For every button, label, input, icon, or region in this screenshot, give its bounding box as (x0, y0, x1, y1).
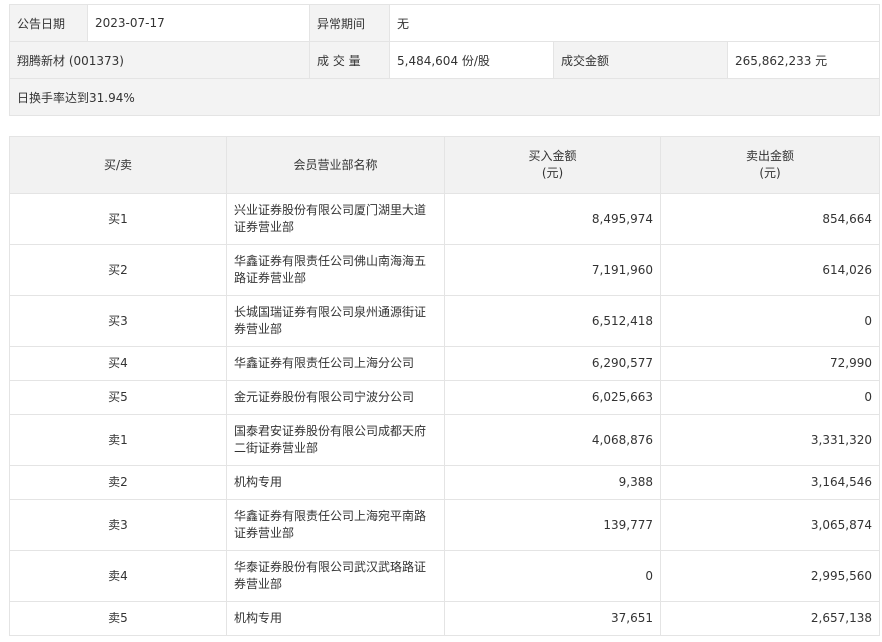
row-dept: 金元证券股份有限公司宁波分公司 (226, 380, 445, 415)
row-dept: 华鑫证券有限责任公司上海分公司 (226, 346, 445, 381)
row-buy: 6,512,418 (444, 295, 661, 347)
table-row: 卖3 华鑫证券有限责任公司上海宛平南路证券营业部 139,777 3,065,8… (9, 499, 880, 551)
row-buy: 0 (444, 550, 661, 602)
row-sell: 614,026 (660, 244, 880, 296)
amount-value: 265,862,233 元 (726, 41, 881, 79)
abnormal-period-label: 异常期间 (309, 4, 390, 42)
row-side: 买1 (9, 193, 227, 245)
row-side: 买2 (9, 244, 227, 296)
row-sell: 0 (660, 380, 880, 415)
row-sell: 2,995,560 (660, 550, 880, 602)
row-dept: 兴业证券股份有限公司厦门湖里大道证券营业部 (226, 193, 445, 245)
summary-row-date: 公告日期 2023-07-17 异常期间 无 (9, 4, 881, 42)
header-sell-amount-unit: (元) (759, 166, 781, 180)
row-side: 买5 (9, 380, 227, 415)
listing-reason: 日换手率达到31.94% (8, 78, 881, 116)
volume-label: 成 交 量 (309, 41, 390, 79)
row-dept: 华鑫证券有限责任公司佛山南海海五路证券营业部 (226, 244, 445, 296)
row-sell: 3,164,546 (660, 465, 880, 500)
header-side: 买/卖 (9, 136, 227, 194)
row-dept: 国泰君安证券股份有限公司成都天府二街证券营业部 (226, 414, 445, 466)
table-row: 买4 华鑫证券有限责任公司上海分公司 6,290,577 72,990 (9, 346, 880, 381)
row-sell: 72,990 (660, 346, 880, 381)
header-sell-amount: 卖出金额 (元) (660, 136, 880, 194)
table-row: 卖4 华泰证券股份有限公司武汉武珞路证券营业部 0 2,995,560 (9, 550, 880, 602)
summary-row-stock: 翔腾新材 (001373) 成 交 量 5,484,604 份/股 成交金额 2… (9, 41, 881, 79)
date-label: 公告日期 (9, 4, 88, 42)
trade-detail-table: 买/卖 会员营业部名称 买入金额 (元) 卖出金额 (元) 买1 兴业证券股份有… (9, 136, 880, 636)
row-side: 卖1 (9, 414, 227, 466)
row-dept: 机构专用 (226, 465, 445, 500)
header-buy-amount: 买入金额 (元) (444, 136, 661, 194)
table-row: 卖5 机构专用 37,651 2,657,138 (9, 601, 880, 636)
row-side: 卖5 (9, 601, 227, 636)
header-buy-amount-title: 买入金额 (528, 149, 577, 163)
row-dept: 华鑫证券有限责任公司上海宛平南路证券营业部 (226, 499, 445, 551)
row-sell: 3,331,320 (660, 414, 880, 466)
table-row: 卖1 国泰君安证券股份有限公司成都天府二街证券营业部 4,068,876 3,3… (9, 414, 880, 466)
row-side: 买4 (9, 346, 227, 381)
header-buy-amount-unit: (元) (541, 166, 564, 180)
row-buy: 8,495,974 (444, 193, 661, 245)
summary-row-reason: 日换手率达到31.94% (8, 78, 881, 116)
amount-label: 成交金额 (553, 41, 728, 79)
stock-name: 翔腾新材 (001373) (9, 41, 310, 79)
row-side: 卖3 (9, 499, 227, 551)
row-buy: 7,191,960 (444, 244, 661, 296)
row-dept: 长城国瑞证券有限公司泉州通源街证券营业部 (226, 295, 445, 347)
table-row: 买1 兴业证券股份有限公司厦门湖里大道证券营业部 8,495,974 854,6… (9, 193, 880, 245)
row-buy: 6,290,577 (444, 346, 661, 381)
row-buy: 4,068,876 (444, 414, 661, 466)
row-dept: 华泰证券股份有限公司武汉武珞路证券营业部 (226, 550, 445, 602)
table-row: 买2 华鑫证券有限责任公司佛山南海海五路证券营业部 7,191,960 614,… (9, 244, 880, 296)
row-side: 卖2 (9, 465, 227, 500)
table-row: 卖2 机构专用 9,388 3,164,546 (9, 465, 880, 500)
header-sell-amount-title: 卖出金额 (745, 149, 794, 163)
table-header-row: 买/卖 会员营业部名称 买入金额 (元) 卖出金额 (元) (9, 136, 880, 194)
row-sell: 0 (660, 295, 880, 347)
row-dept: 机构专用 (226, 601, 445, 636)
summary-table: 公告日期 2023-07-17 异常期间 无 翔腾新材 (001373) 成 交… (8, 4, 881, 116)
row-buy: 37,651 (444, 601, 661, 636)
row-sell: 854,664 (660, 193, 880, 245)
row-sell: 3,065,874 (660, 499, 880, 551)
table-row: 买3 长城国瑞证券有限公司泉州通源街证券营业部 6,512,418 0 (9, 295, 880, 347)
row-buy: 9,388 (444, 465, 661, 500)
date-value: 2023-07-17 (87, 4, 310, 42)
header-dept: 会员营业部名称 (226, 136, 445, 194)
row-buy: 139,777 (444, 499, 661, 551)
abnormal-period-value: 无 (388, 4, 881, 42)
row-buy: 6,025,663 (444, 380, 661, 415)
row-side: 买3 (9, 295, 227, 347)
table-row: 买5 金元证券股份有限公司宁波分公司 6,025,663 0 (9, 380, 880, 415)
row-sell: 2,657,138 (660, 601, 880, 636)
row-side: 卖4 (9, 550, 227, 602)
volume-value: 5,484,604 份/股 (389, 41, 554, 79)
